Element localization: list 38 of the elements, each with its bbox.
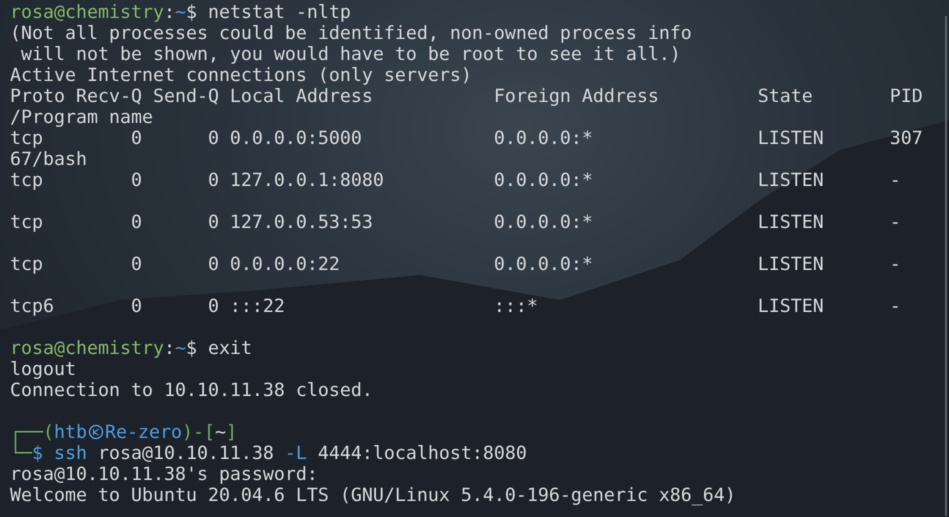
circled-symbol-icon [88, 424, 104, 440]
prompt-user-host: rosa@chemistry [10, 2, 164, 23]
terminal-output-line: /Program name [10, 107, 153, 128]
prompt-user: htb [54, 422, 87, 443]
command-option: -L [284, 443, 307, 464]
command-text: exit [208, 338, 252, 359]
terminal-output-line: logout [10, 359, 76, 380]
terminal-output-line: tcp 0 0 127.0.0.53:53 0.0.0.0:* LISTEN - [10, 212, 901, 233]
prompt-frame: )-[ [182, 422, 215, 443]
prompt-dollar: $ [32, 443, 43, 464]
terminal-output-line: tcp 0 0 0.0.0.0:5000 0.0.0.0:* LISTEN 307 [10, 128, 923, 149]
terminal-output-line: Proto Recv-Q Send-Q Local Address Foreign Address State PID [10, 86, 923, 107]
prompt-colon: : [164, 2, 175, 23]
prompt-path: ~ [214, 422, 226, 443]
terminal-output-line: 67/bash [10, 149, 87, 170]
prompt-frame: ] [226, 422, 237, 443]
prompt-frame: └─ [10, 443, 32, 464]
terminal-output-line: Active Internet connections (only servers) [10, 65, 472, 86]
command-argument: 4444:localhost:8080 [318, 443, 527, 464]
command-text: netstat -nltp [208, 2, 351, 23]
prompt-path: ~ [174, 2, 186, 23]
prompt-dollar: $ [186, 338, 197, 359]
prompt-user-host: rosa@chemistry [10, 338, 164, 359]
terminal-output-line: tcp 0 0 127.0.0.1:8080 0.0.0.0:* LISTEN - [10, 170, 901, 191]
prompt-dollar: $ [186, 2, 197, 23]
prompt-colon: : [164, 338, 175, 359]
terminal-output-line: rosa@10.10.11.38's password: [10, 464, 318, 485]
terminal-output-line: Connection to 10.10.11.38 closed. [10, 380, 373, 401]
command-name: ssh [54, 443, 87, 464]
terminal-output-line: (Not all processes could be identified, non-owned process info [10, 23, 692, 44]
prompt-frame: ┌──( [10, 422, 54, 443]
terminal-output-line: Welcome to Ubuntu 20.04.6 LTS (GNU/Linux 5.4.0-196-generic x86_64) [10, 485, 736, 506]
prompt-host: Re-zero [105, 422, 182, 443]
prompt-path: ~ [174, 338, 186, 359]
command-argument: rosa@10.10.11.38 [98, 443, 274, 464]
terminal-output-line: will not be shown, you would have to be root to see it all.) [20, 44, 681, 65]
terminal-output-line: tcp 0 0 0.0.0.0:22 0.0.0.0:* LISTEN - [10, 254, 901, 275]
terminal-output-line: tcp6 0 0 :::22 :::* LISTEN - [10, 296, 901, 317]
